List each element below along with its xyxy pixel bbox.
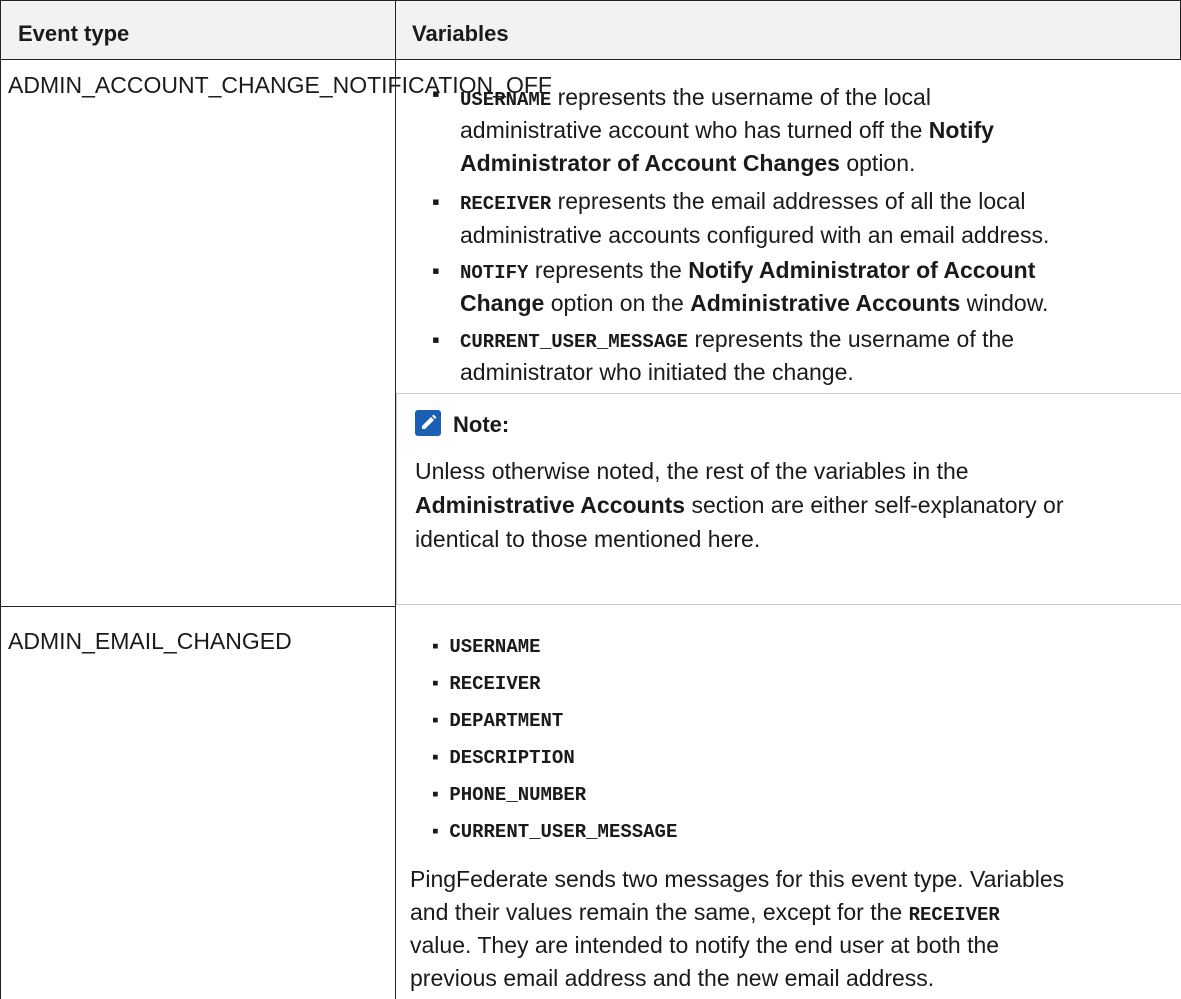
bullet-icon: ▪	[432, 258, 440, 283]
list-item: NOTIFY represents the Notify Administrat…	[460, 257, 1036, 284]
list-item-text: Change option on the Administrative Acco…	[460, 290, 1049, 316]
list-item: ▪ RECEIVER	[432, 673, 541, 695]
list-item: CURRENT_USER_MESSAGE represents the user…	[460, 326, 1015, 353]
table-left-border	[0, 0, 1, 999]
paragraph-line: and their values remain the same, except…	[410, 899, 1000, 926]
event-type-cell: ADMIN_EMAIL_CHANGED	[8, 628, 292, 654]
list-item-text: administrative account who has turned of…	[460, 117, 994, 143]
list-item-text: administrative accounts configured with …	[460, 222, 1050, 248]
row-divider	[0, 606, 396, 607]
bullet-icon: ▪	[432, 747, 439, 768]
table-header: Event type Variables	[0, 0, 1181, 60]
header-event-type: Event type	[18, 21, 130, 46]
note-title: Note:	[453, 412, 510, 437]
header-variables: Variables	[412, 21, 509, 46]
list-item-text: Administrator of Account Changes option.	[460, 150, 916, 176]
bullet-icon: ▪	[432, 327, 440, 352]
list-item: RECEIVER represents the email addresses …	[460, 188, 1026, 215]
paragraph-line: PingFederate sends two messages for this…	[410, 866, 1065, 892]
note-box: Note: Unless otherwise noted, the rest o…	[396, 393, 1181, 605]
list-item: ▪ DEPARTMENT	[432, 710, 564, 732]
pencil-note-icon	[415, 410, 441, 436]
event-type-cell: ADMIN_ACCOUNT_CHANGE_NOTIFICATION_OFF	[8, 72, 552, 98]
bullet-icon: ▪	[432, 710, 439, 731]
list-item: ▪ DESCRIPTION	[432, 747, 575, 769]
list-item: ▪ USERNAME	[432, 636, 541, 658]
list-item: ▪ PHONE_NUMBER	[432, 784, 587, 806]
bullet-icon: ▪	[432, 673, 439, 694]
note-body: Unless otherwise noted, the rest of the …	[415, 458, 1064, 552]
bullet-icon: ▪	[432, 189, 440, 214]
list-item-text: administrator who initiated the change.	[460, 359, 854, 385]
bullet-icon: ▪	[432, 821, 439, 842]
paragraph-line: previous email address and the new email…	[410, 965, 935, 991]
paragraph-line: value. They are intended to notify the e…	[410, 932, 1000, 958]
list-item: ▪ CURRENT_USER_MESSAGE	[432, 821, 678, 843]
bullet-icon: ▪	[432, 784, 439, 805]
bullet-icon: ▪	[432, 636, 439, 657]
